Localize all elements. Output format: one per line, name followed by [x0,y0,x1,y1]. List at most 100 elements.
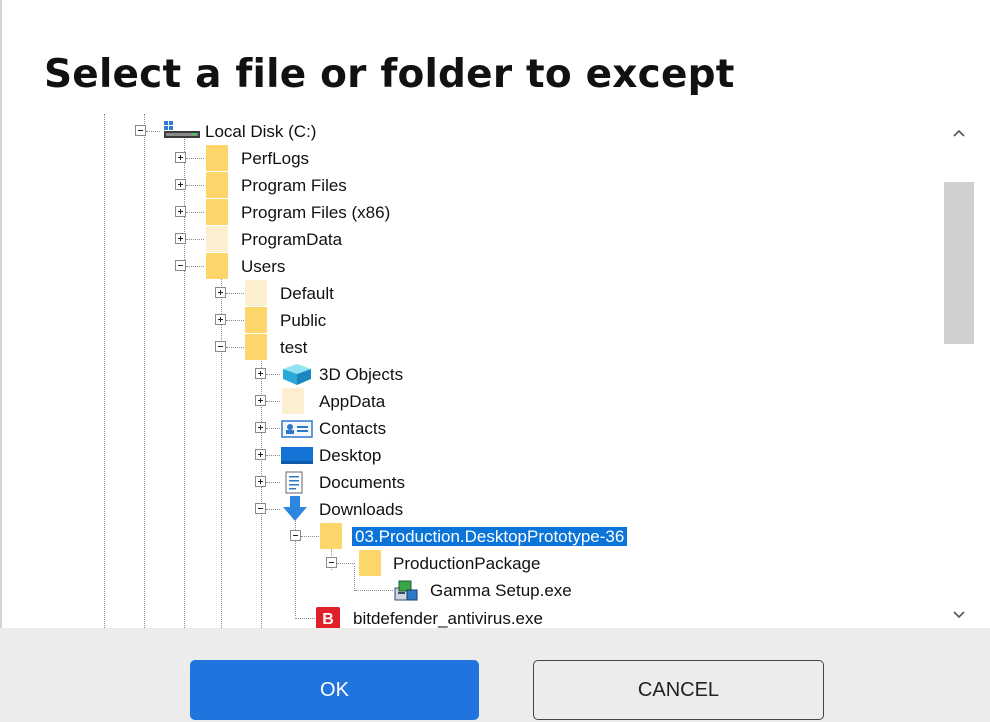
file-tree[interactable]: Local Disk (C:) PerfLogs Program Files P… [44,114,976,628]
tree-item-production-package[interactable]: ProductionPackage [44,550,904,576]
scroll-up-icon[interactable] [952,128,966,138]
collapse-toggle[interactable] [175,260,186,271]
tree-item-bitdefender[interactable]: B bitdefender_antivirus.exe [44,605,904,628]
collapse-toggle[interactable] [215,341,226,352]
tree-connector [266,455,280,456]
tree-item-default[interactable]: Default [44,280,904,306]
tree-connector [186,158,204,159]
tree-connector [301,536,319,537]
expand-toggle[interactable] [255,449,266,460]
tree-item-local-disk[interactable]: Local Disk (C:) [44,118,904,144]
tree-connector [266,482,280,483]
folder-icon [206,253,228,279]
tree-item-label: AppData [319,392,386,411]
folder-icon [206,226,228,252]
expand-toggle[interactable] [255,368,266,379]
tree-connector [226,320,244,321]
dialog-footer: OK CANCEL [0,628,990,722]
expand-toggle[interactable] [175,206,186,217]
documents-icon [280,471,304,494]
tree-connector [266,428,280,429]
folder-icon [206,199,228,225]
contacts-icon [280,417,313,439]
ok-button[interactable]: OK [190,660,479,720]
tree-item-downloads[interactable]: Downloads [44,496,904,522]
tree-item-perflogs[interactable]: PerfLogs [44,145,904,171]
tree-item-label: 3D Objects [319,365,404,384]
tree-item-label: Desktop [319,446,382,465]
tree-item-label: ProgramData [241,230,343,249]
tree-connector [266,374,280,375]
tree-connector [186,239,204,240]
folder-icon [206,145,228,171]
expand-toggle[interactable] [255,395,266,406]
tree-item-label: Gamma Setup.exe [430,581,572,600]
window-edge [0,0,2,722]
tree-item-program-files[interactable]: Program Files [44,172,904,198]
tree-connector [295,618,315,619]
tree-connector [186,266,204,267]
desktop-icon [280,444,313,466]
tree-item-label: Contacts [319,419,387,438]
expand-toggle[interactable] [175,233,186,244]
tree-connector [266,401,280,402]
tree-connector [186,212,204,213]
tree-item-3d-objects[interactable]: 3D Objects [44,361,904,387]
folder-icon [282,388,304,414]
folder-icon [245,280,267,306]
tree-item-programdata[interactable]: ProgramData [44,226,904,252]
collapse-toggle[interactable] [326,557,337,568]
tree-connector [226,293,244,294]
tree-item-label: Local Disk (C:) [205,122,317,141]
tree-item-documents[interactable]: Documents [44,469,904,495]
tree-item-label: Program Files [241,176,347,195]
folder-icon [359,550,381,576]
bitdefender-icon: B [316,607,340,628]
collapse-toggle[interactable] [290,530,301,541]
dialog-title: Select a file or folder to except [44,52,735,97]
tree-item-test[interactable]: test [44,334,904,360]
scrollbar-thumb[interactable] [944,182,974,344]
tree-connector [355,590,393,591]
folder-icon [320,523,342,549]
3d-objects-icon [280,363,311,385]
tree-viewport: Local Disk (C:) PerfLogs Program Files P… [44,114,942,628]
tree-item-label: ProductionPackage [393,554,541,573]
tree-item-production-prototype[interactable]: 03.Production.DesktopPrototype-36 [44,523,904,549]
tree-connector [226,347,244,348]
tree-item-label: Program Files (x86) [241,203,391,222]
tree-item-users[interactable]: Users [44,253,904,279]
tree-connector [337,563,355,564]
downloads-icon [280,496,307,521]
svg-text:B: B [322,611,334,628]
expand-toggle[interactable] [175,152,186,163]
cancel-button[interactable]: CANCEL [533,660,824,720]
tree-connector [266,509,280,510]
folder-icon [245,307,267,333]
tree-connector [146,131,160,132]
tree-item-label-selected: 03.Production.DesktopPrototype-36 [352,527,628,546]
tree-item-gamma-setup[interactable]: Gamma Setup.exe [44,577,904,603]
tree-item-contacts[interactable]: Contacts [44,415,904,441]
tree-item-label: Documents [319,473,405,492]
tree-item-label: Default [280,284,334,303]
tree-item-label: PerfLogs [241,149,310,168]
tree-item-program-files-x86[interactable]: Program Files (x86) [44,199,904,225]
tree-item-label: Downloads [319,500,404,519]
installer-icon [392,578,418,601]
expand-toggle[interactable] [215,287,226,298]
tree-item-label: Public [280,311,327,330]
tree-item-label: test [280,338,308,357]
tree-item-desktop[interactable]: Desktop [44,442,904,468]
collapse-toggle[interactable] [135,125,146,136]
folder-icon [206,172,228,198]
tree-item-public[interactable]: Public [44,307,904,333]
vertical-scrollbar[interactable] [943,114,976,628]
collapse-toggle[interactable] [255,503,266,514]
tree-item-appdata[interactable]: AppData [44,388,904,414]
scroll-down-icon[interactable] [952,610,966,620]
expand-toggle[interactable] [255,422,266,433]
expand-toggle[interactable] [255,476,266,487]
expand-toggle[interactable] [175,179,186,190]
expand-toggle[interactable] [215,314,226,325]
